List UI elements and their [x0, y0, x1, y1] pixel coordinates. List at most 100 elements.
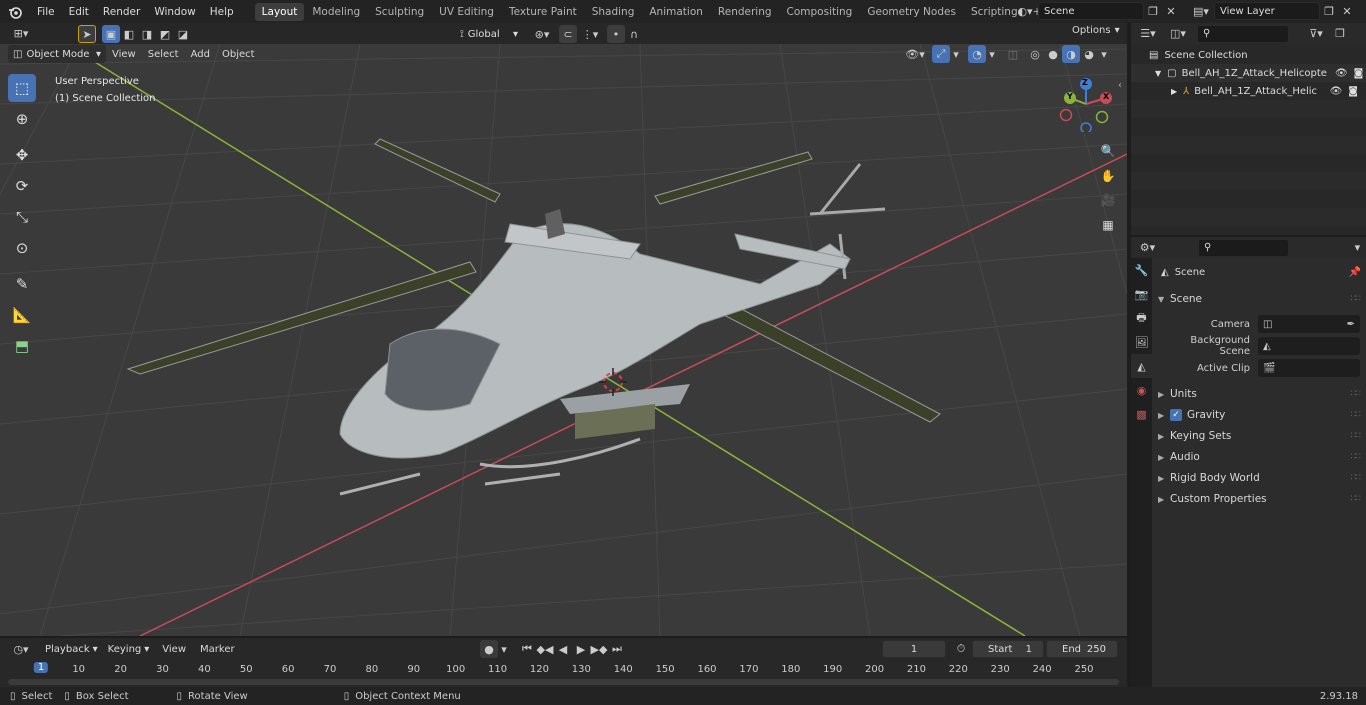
visibility-icon[interactable]: 👁▾	[902, 45, 928, 63]
expand-arrow-icon[interactable]: ▼	[1155, 69, 1161, 78]
playback-menu[interactable]: Playback ▾	[40, 640, 103, 658]
chevron-down-icon[interactable]: ▾	[1098, 45, 1110, 63]
panel-rigid-body-world[interactable]: ▶ Rigid Body World ∷∷	[1158, 468, 1362, 488]
menu-edit[interactable]: Edit	[62, 6, 96, 18]
properties-search-input[interactable]: ⚲	[1197, 238, 1289, 257]
chevron-down-icon[interactable]: ▾	[498, 640, 510, 658]
outliner-editor-type-icon[interactable]: ☰▾	[1135, 25, 1161, 43]
filter-icon[interactable]: ⊽▾	[1303, 25, 1329, 43]
new-collection-icon[interactable]: ❐	[1331, 25, 1349, 43]
move-tool-icon[interactable]: ✥	[8, 141, 36, 169]
chevron-down-icon[interactable]: ▾	[950, 45, 962, 63]
tab-compositing[interactable]: Compositing	[780, 3, 860, 21]
expand-arrow-icon[interactable]: ▶	[1171, 87, 1177, 96]
falloff-icon[interactable]: ∩	[625, 25, 643, 43]
measure-tool-icon[interactable]: 📐	[8, 301, 36, 329]
chevron-down-icon[interactable]: ▾	[1349, 239, 1366, 257]
jump-end-icon[interactable]: ⏭	[608, 640, 626, 658]
pan-hand-icon[interactable]: ✋	[1097, 165, 1119, 187]
properties-editor-type-icon[interactable]: ⚙▾	[1135, 239, 1160, 257]
camera-field[interactable]: ◫ ✒	[1258, 315, 1360, 333]
camera-icon[interactable]: ◙	[1348, 86, 1358, 97]
select-tool-icon[interactable]: ➤	[78, 25, 96, 43]
scale-tool-icon[interactable]: ⤡	[8, 203, 36, 231]
eyedropper-icon[interactable]: ✒	[1347, 319, 1355, 330]
zoom-icon[interactable]: 🔍	[1097, 140, 1119, 162]
sidebar-toggle-icon[interactable]: ‹	[1118, 80, 1122, 91]
frame-ruler[interactable]: 1 10 20 30 40 50 60 70 80 90 100 110 120 130 140 150 160…	[0, 662, 1127, 678]
outliner-row-collection[interactable]: ▼ ▢ Bell_AH_1Z_Attack_Helicopte 👁 ◙	[1131, 64, 1366, 82]
camera-view-icon[interactable]: 🎥	[1097, 189, 1119, 211]
menu-select[interactable]: Select	[142, 49, 185, 60]
delete-scene-icon[interactable]: ✕	[1162, 2, 1180, 20]
xray-icon[interactable]: ◫	[1004, 45, 1022, 63]
tab-texture-paint[interactable]: Texture Paint	[502, 3, 584, 21]
select-intersect-icon[interactable]: ◪	[174, 25, 192, 43]
timeline-view-menu[interactable]: View	[154, 644, 194, 655]
tool-tab-icon[interactable]: 🔧	[1131, 258, 1152, 282]
new-scene-icon[interactable]: ❐	[1144, 2, 1162, 20]
drag-handle-icon[interactable]: ∷∷	[1351, 410, 1362, 420]
proportional-edit-icon[interactable]: •	[607, 25, 625, 43]
drag-handle-icon[interactable]: ∷∷	[1351, 294, 1362, 304]
panel-gravity[interactable]: ▶ ✓ Gravity ∷∷	[1158, 405, 1362, 425]
tab-modeling[interactable]: Modeling	[305, 3, 367, 21]
panel-keying-sets[interactable]: ▶ Keying Sets ∷∷	[1158, 426, 1362, 446]
menu-object[interactable]: Object	[216, 49, 261, 60]
view-layer-name-field[interactable]: View Layer	[1214, 2, 1320, 20]
select-new-icon[interactable]: ▣	[102, 25, 120, 43]
add-cube-tool-icon[interactable]: ⬒	[8, 332, 36, 360]
camera-icon[interactable]: ◙	[1354, 68, 1364, 79]
outliner-search-input[interactable]: ⚲	[1197, 24, 1289, 43]
menu-add[interactable]: Add	[185, 49, 216, 60]
drag-handle-icon[interactable]: ∷∷	[1351, 389, 1362, 399]
select-extend-icon[interactable]: ◧	[120, 25, 138, 43]
new-view-layer-icon[interactable]: ❐	[1320, 2, 1338, 20]
pivot-icon[interactable]: ⊛▾	[529, 25, 555, 43]
menu-window[interactable]: Window	[147, 6, 202, 18]
tab-rendering[interactable]: Rendering	[711, 3, 779, 21]
tab-uv-editing[interactable]: UV Editing	[432, 3, 501, 21]
scene-name-field[interactable]: Scene	[1038, 2, 1144, 20]
snap-icon[interactable]: ⊂	[559, 25, 577, 43]
3d-viewport[interactable]: User Perspective (1) Scene Collection ⬚ …	[0, 44, 1127, 636]
menu-help[interactable]: Help	[203, 6, 241, 18]
view-layer-tab-icon[interactable]: 🖼	[1131, 330, 1152, 354]
annotate-tool-icon[interactable]: ✎	[8, 270, 36, 298]
panel-units[interactable]: ▶ Units ∷∷	[1158, 384, 1362, 404]
panel-audio[interactable]: ▶ Audio ∷∷	[1158, 447, 1362, 467]
play-icon[interactable]: ▶	[572, 640, 590, 658]
wireframe-shading-icon[interactable]: ◎	[1026, 45, 1044, 63]
rotate-tool-icon[interactable]: ⟳	[8, 172, 36, 200]
scene-icon[interactable]: ◐▾	[1012, 2, 1038, 20]
tab-shading[interactable]: Shading	[585, 3, 642, 21]
outliner-row-object[interactable]: ▶ ⅄ Bell_AH_1Z_Attack_Helic 👁 ◙	[1131, 82, 1366, 100]
eye-icon[interactable]: 👁	[1335, 68, 1348, 79]
drag-handle-icon[interactable]: ∷∷	[1351, 431, 1362, 441]
end-frame-field[interactable]: End 250	[1046, 640, 1118, 658]
gizmo-icon[interactable]: ⤢	[932, 45, 950, 63]
panel-scene[interactable]: ▼ Scene ∷∷	[1158, 289, 1362, 309]
drag-handle-icon[interactable]: ∷∷	[1351, 452, 1362, 462]
gravity-checkbox[interactable]: ✓	[1170, 409, 1182, 421]
eye-icon[interactable]: 👁	[1330, 86, 1343, 97]
material-shading-icon[interactable]: ◑	[1062, 45, 1080, 63]
output-tab-icon[interactable]: 🖶	[1131, 306, 1152, 330]
pin-icon[interactable]: 📌	[1349, 267, 1361, 278]
mode-dropdown[interactable]: ◫ Object Mode ▾	[8, 45, 106, 63]
drag-handle-icon[interactable]: ∷∷	[1351, 473, 1362, 483]
playhead-frame-indicator[interactable]: 1	[33, 662, 49, 673]
delete-view-layer-icon[interactable]: ✕	[1338, 2, 1356, 20]
editor-type-icon[interactable]: ⊞▾	[8, 25, 34, 43]
tab-animation[interactable]: Animation	[642, 3, 710, 21]
prev-keyframe-icon[interactable]: ◆◀	[536, 640, 554, 658]
solid-shading-icon[interactable]: ●	[1044, 45, 1062, 63]
scene-tab-icon[interactable]: ◭	[1131, 354, 1152, 378]
outliner-row-scene-collection[interactable]: ▤ Scene Collection	[1131, 46, 1366, 64]
timeline-scrollbar[interactable]	[8, 679, 1119, 685]
tab-geometry-nodes[interactable]: Geometry Nodes	[860, 3, 963, 21]
navigation-gizmo[interactable]: Z X Y	[1058, 76, 1114, 134]
world-tab-icon[interactable]: ◉	[1131, 378, 1152, 402]
view-layer-icon[interactable]: ▤▾	[1188, 2, 1214, 20]
stopwatch-icon[interactable]: ⏱	[952, 640, 970, 658]
